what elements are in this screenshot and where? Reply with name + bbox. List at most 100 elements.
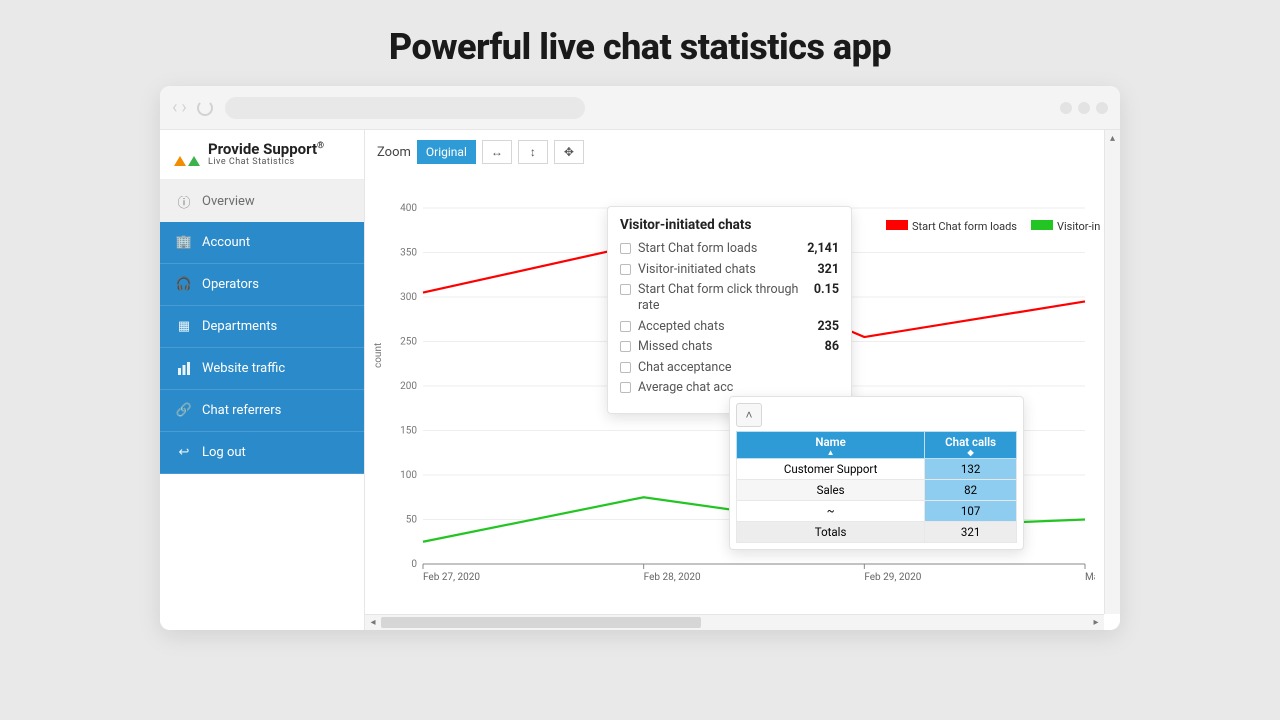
- table-totals-row: Totals321: [737, 522, 1017, 543]
- svg-text:100: 100: [400, 470, 417, 481]
- sidebar-item-label: Log out: [202, 445, 246, 460]
- main-panel: Zoom Original ↔ ↕ ✥ count Start Chat for…: [365, 130, 1120, 630]
- zoom-vertical-button[interactable]: ↕: [518, 140, 548, 164]
- tooltip-row: Start Chat form click through rate 0.15: [620, 282, 839, 313]
- window-dot: [1096, 102, 1108, 114]
- tooltip-metric-label: Missed chats: [638, 339, 817, 355]
- checkbox-icon[interactable]: [620, 382, 631, 393]
- vertical-scrollbar[interactable]: ▴: [1104, 130, 1120, 614]
- checkbox-icon[interactable]: [620, 321, 631, 332]
- tooltip-metric-value: 321: [817, 262, 839, 277]
- brand: Provide Support® Live Chat Statistics: [160, 130, 364, 180]
- tooltip-metric-label: Visitor-initiated chats: [638, 262, 809, 278]
- svg-text:150: 150: [400, 426, 417, 437]
- col-chat-calls[interactable]: Chat calls◆: [925, 432, 1017, 459]
- tooltip-metric-value: 86: [825, 339, 839, 354]
- horizontal-scrollbar[interactable]: ◂ ▸: [365, 614, 1104, 630]
- tooltip-row: Accepted chats 235: [620, 319, 839, 335]
- back-icon[interactable]: ‹: [172, 97, 177, 118]
- svg-text:0: 0: [411, 559, 417, 570]
- page-headline: Powerful live chat statistics app: [0, 0, 1280, 86]
- reload-icon[interactable]: [197, 100, 213, 116]
- info-icon: ⓘ: [176, 193, 192, 209]
- zoom-label: Zoom: [377, 145, 411, 160]
- window-dot: [1060, 102, 1072, 114]
- zoom-controls: Zoom Original ↔ ↕ ✥: [377, 140, 1098, 164]
- sidebar: Provide Support® Live Chat Statistics ⓘ …: [160, 130, 365, 630]
- window-dot: [1078, 102, 1090, 114]
- sidebar-item-label: Website traffic: [202, 361, 285, 376]
- checkbox-icon[interactable]: [620, 284, 631, 295]
- scroll-thumb[interactable]: [381, 617, 701, 628]
- tooltip-row: Chat acceptance: [620, 360, 839, 376]
- tooltip-metric-value: 2,141: [807, 241, 839, 256]
- col-name[interactable]: Name▲: [737, 432, 925, 459]
- tooltip-row: Average chat acc: [620, 380, 839, 396]
- browser-frame: ‹ › Provide Support® Live Chat Statistic…: [160, 86, 1120, 630]
- tooltip-metric-label: Average chat acc: [638, 380, 839, 396]
- brand-name: Provide Support®: [208, 142, 324, 157]
- svg-text:50: 50: [406, 515, 418, 526]
- svg-text:400: 400: [400, 203, 417, 214]
- checkbox-icon[interactable]: [620, 243, 631, 254]
- sidebar-item-operators[interactable]: 🎧 Operators: [160, 264, 364, 306]
- tooltip-row: Visitor-initiated chats 321: [620, 262, 839, 278]
- chart: count Start Chat form loads Visitor-in 0…: [375, 168, 1098, 598]
- tooltip-metric-label: Chat acceptance: [638, 360, 839, 376]
- logout-icon: ↩: [176, 445, 192, 461]
- sidebar-item-logout[interactable]: ↩ Log out: [160, 432, 364, 474]
- tooltip-metric-value: 0.15: [814, 282, 839, 297]
- sidebar-item-label: Overview: [202, 194, 255, 209]
- headset-icon: 🎧: [176, 277, 192, 293]
- scroll-left-icon[interactable]: ◂: [365, 617, 381, 628]
- svg-text:200: 200: [400, 381, 417, 392]
- url-bar[interactable]: [225, 97, 585, 119]
- breakdown-panel: ˄ Name▲ Chat calls◆ Customer Support132S…: [729, 396, 1024, 550]
- checkbox-icon[interactable]: [620, 264, 631, 275]
- svg-text:250: 250: [400, 337, 417, 348]
- chevron-up-icon: ˄: [745, 408, 752, 422]
- scroll-up-icon[interactable]: ▴: [1105, 130, 1120, 146]
- zoom-both-button[interactable]: ✥: [554, 140, 584, 164]
- checkbox-icon[interactable]: [620, 341, 631, 352]
- tooltip-title: Visitor-initiated chats: [620, 217, 839, 233]
- tooltip-metric-label: Start Chat form loads: [638, 241, 799, 257]
- tooltip-row: Missed chats 86: [620, 339, 839, 355]
- browser-toolbar: ‹ ›: [160, 86, 1120, 130]
- chart-tooltip: Visitor-initiated chats Start Chat form …: [607, 206, 852, 414]
- svg-text:350: 350: [400, 248, 417, 259]
- sidebar-item-label: Account: [202, 235, 250, 250]
- zoom-horizontal-button[interactable]: ↔: [482, 140, 512, 164]
- app-root: Provide Support® Live Chat Statistics ⓘ …: [160, 130, 1120, 630]
- checkbox-icon[interactable]: [620, 362, 631, 373]
- sidebar-item-label: Departments: [202, 319, 277, 334]
- table-row[interactable]: Customer Support132: [737, 459, 1017, 480]
- brand-logo-icon: [174, 144, 200, 166]
- svg-text:Feb 28, 2020: Feb 28, 2020: [644, 572, 701, 583]
- sidebar-item-account[interactable]: 🏢 Account: [160, 222, 364, 264]
- departments-icon: ▦: [176, 319, 192, 335]
- sidebar-item-chat-referrers[interactable]: 🔗 Chat referrers: [160, 390, 364, 432]
- breakdown-table: Name▲ Chat calls◆ Customer Support132Sal…: [736, 431, 1017, 543]
- svg-text:Mar 1, 2020: Mar 1, 2020: [1085, 572, 1095, 583]
- building-icon: 🏢: [176, 235, 192, 251]
- sidebar-item-overview[interactable]: ⓘ Overview: [160, 180, 364, 222]
- collapse-button[interactable]: ˄: [736, 403, 762, 427]
- sidebar-item-label: Chat referrers: [202, 403, 281, 418]
- brand-sub: Live Chat Statistics: [208, 157, 324, 167]
- table-row[interactable]: ~107: [737, 501, 1017, 522]
- svg-text:Feb 29, 2020: Feb 29, 2020: [864, 572, 921, 583]
- tooltip-metric-value: 235: [817, 319, 839, 334]
- sidebar-item-website-traffic[interactable]: Website traffic: [160, 348, 364, 390]
- zoom-original-button[interactable]: Original: [417, 140, 476, 164]
- bar-chart-icon: [176, 361, 192, 377]
- forward-icon[interactable]: ›: [181, 97, 186, 118]
- sidebar-item-departments[interactable]: ▦ Departments: [160, 306, 364, 348]
- tooltip-row: Start Chat form loads 2,141: [620, 241, 839, 257]
- scroll-right-icon[interactable]: ▸: [1088, 617, 1104, 628]
- tooltip-metric-label: Accepted chats: [638, 319, 809, 335]
- table-row[interactable]: Sales82: [737, 480, 1017, 501]
- svg-text:300: 300: [400, 292, 417, 303]
- link-icon: 🔗: [176, 403, 192, 419]
- tooltip-metric-label: Start Chat form click through rate: [638, 282, 806, 313]
